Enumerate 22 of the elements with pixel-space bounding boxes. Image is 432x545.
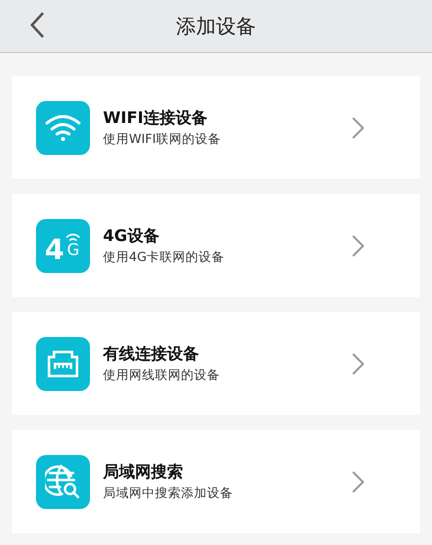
chevron-right-icon (352, 470, 364, 492)
option-subtitle: 使用WIFI联网的设备 (103, 130, 222, 148)
page-title: 添加设备 (176, 13, 256, 40)
option-subtitle: 局域网中搜索添加设备 (103, 484, 234, 502)
option-subtitle: 使用4G卡联网的设备 (103, 248, 226, 266)
chevron-right-icon (352, 234, 364, 256)
device-type-option[interactable]: 有线连接设备 使用网线联网的设备 (12, 312, 420, 415)
back-icon (29, 11, 45, 39)
device-type-option[interactable]: 4 G 4G设备 使用4G卡联网的设备 (12, 194, 420, 297)
4g-signal-icon: 4 G (36, 218, 90, 272)
device-type-option[interactable]: WIFI连接设备 使用WIFI联网的设备 (12, 76, 420, 179)
chevron-right-icon (352, 116, 364, 138)
option-subtitle: 使用网线联网的设备 (103, 366, 221, 384)
option-title: 局域网搜索 (103, 460, 184, 482)
device-type-option[interactable]: 局域网搜索 局域网中搜索添加设备 (12, 430, 420, 533)
option-title: 有线连接设备 (103, 342, 200, 364)
option-title: 4G设备 (103, 224, 160, 246)
globe-search-icon (36, 454, 90, 508)
chevron-right-icon (352, 352, 364, 374)
option-title: WIFI连接设备 (103, 106, 208, 128)
wifi-icon (36, 100, 90, 154)
ethernet-port-icon (36, 336, 90, 390)
